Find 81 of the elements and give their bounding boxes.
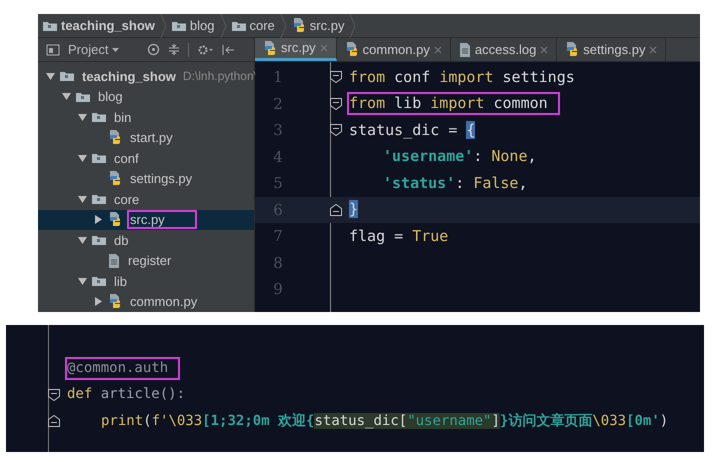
line-number: 5 xyxy=(272,173,284,194)
folder-icon xyxy=(172,20,186,32)
code-line: 'username': None, xyxy=(382,146,538,168)
breadcrumb-item[interactable]: teaching_show xyxy=(38,14,160,37)
expanded-arrow-icon[interactable] xyxy=(78,154,87,163)
python-file-icon xyxy=(108,212,122,228)
line-number: 2 xyxy=(272,94,284,114)
folder-icon xyxy=(232,20,246,32)
editor-tab[interactable]: src.py xyxy=(255,38,337,61)
tree-item[interactable]: lib xyxy=(38,271,254,292)
collapsed-arrow-icon[interactable] xyxy=(94,215,103,224)
python-file-icon xyxy=(292,18,306,33)
folder-icon xyxy=(92,152,106,164)
code-line: 'status': False, xyxy=(382,172,528,194)
breadcrumb-item[interactable]: src.py xyxy=(286,14,350,37)
dropdown-caret-icon xyxy=(112,48,120,52)
editor-tab[interactable]: common.py xyxy=(336,38,451,61)
fold-end-icon[interactable] xyxy=(48,415,60,428)
folder-icon xyxy=(92,193,106,206)
expanded-arrow-icon[interactable] xyxy=(78,194,87,204)
tree-item[interactable]: src.py xyxy=(38,210,254,230)
breadcrumb-separator-icon xyxy=(220,14,226,38)
python-file-icon xyxy=(565,42,580,57)
code-line: def article(): xyxy=(66,385,186,404)
project-view-dropdown[interactable]: Project xyxy=(68,40,120,60)
python-file-icon xyxy=(108,171,122,186)
line-number: 7 xyxy=(272,226,284,247)
text-file-icon xyxy=(108,254,120,268)
line-number: 1 xyxy=(272,67,284,88)
fold-start-icon[interactable] xyxy=(330,124,342,136)
settings-icon[interactable] xyxy=(197,44,214,56)
fold-start-icon[interactable] xyxy=(48,388,60,401)
python-file-icon xyxy=(263,40,277,56)
folder-icon xyxy=(76,90,90,103)
tree-item[interactable]: conf xyxy=(38,148,254,168)
breadcrumb-separator-icon xyxy=(160,14,167,38)
expanded-arrow-icon[interactable] xyxy=(46,72,55,81)
locate-icon[interactable] xyxy=(147,43,160,56)
tree-item[interactable]: db xyxy=(38,230,254,250)
collapsed-arrow-icon[interactable] xyxy=(94,297,103,306)
tree-item[interactable]: teaching_show D:\lnh.python\ xyxy=(38,66,254,86)
expanded-arrow-icon[interactable] xyxy=(78,112,87,122)
hide-panel-icon[interactable] xyxy=(222,44,236,56)
fold-end-icon[interactable] xyxy=(330,204,342,216)
python-file-icon xyxy=(108,294,122,310)
code-line: print(f'\033[1;32;0m 欢迎{status_dic["username"]}访问文章页面\033[0m') xyxy=(100,412,670,431)
tree-item[interactable]: core xyxy=(38,189,254,210)
editor-tab[interactable]: access.log xyxy=(450,38,558,61)
line-number: 4 xyxy=(272,146,284,168)
tree-item[interactable]: start.py xyxy=(38,128,254,148)
breadcrumb-item[interactable]: core xyxy=(226,14,280,37)
editor-tab[interactable]: settings.py xyxy=(557,38,666,61)
expanded-arrow-icon[interactable] xyxy=(78,276,87,286)
python-file-icon xyxy=(344,42,359,57)
collapse-all-icon[interactable] xyxy=(168,43,180,56)
line-number: 3 xyxy=(272,120,284,141)
code-line: from conf import settings xyxy=(348,66,576,88)
expanded-arrow-icon[interactable] xyxy=(62,92,71,102)
tree-item[interactable]: bin xyxy=(38,107,254,128)
folder-icon xyxy=(92,275,106,288)
code-line: status_dic = { xyxy=(348,120,476,141)
tree-item[interactable]: register xyxy=(38,250,254,271)
line-number: 8 xyxy=(272,252,284,274)
folder-icon xyxy=(43,20,57,32)
fold-start-icon[interactable] xyxy=(330,71,342,84)
code-line: flag = True xyxy=(348,226,450,247)
line-number: 9 xyxy=(272,279,284,300)
folder-icon xyxy=(92,234,106,246)
folder-icon xyxy=(92,111,106,124)
tree-item[interactable]: common.py xyxy=(38,292,254,312)
breadcrumb-item[interactable]: blog xyxy=(166,14,220,37)
breadcrumb-separator-icon xyxy=(349,14,356,38)
breadcrumb-separator-icon xyxy=(280,14,287,38)
text-file-icon xyxy=(458,42,471,56)
tree-item[interactable]: settings.py xyxy=(38,168,254,189)
expanded-arrow-icon[interactable] xyxy=(78,236,87,245)
fold-start-icon[interactable] xyxy=(330,98,342,110)
folder-icon xyxy=(60,70,74,82)
python-file-icon xyxy=(108,130,122,146)
project-icon xyxy=(46,44,60,56)
tree-item[interactable]: blog xyxy=(38,86,254,107)
